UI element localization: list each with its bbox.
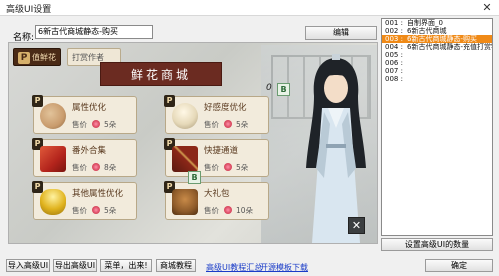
name-input[interactable]: 6新古代商城静态-购买 xyxy=(35,25,153,39)
item-thumb-icon xyxy=(40,189,66,215)
p-badge: P xyxy=(32,95,43,107)
list-item-label: 6新古代商城静态-购买 xyxy=(407,35,477,43)
list-item[interactable]: 006 : xyxy=(382,59,492,67)
item-thumb-icon xyxy=(172,103,198,129)
list-item-num: 007 : xyxy=(385,67,403,75)
shop-item-gift-pack[interactable]: P 大礼包 售价 10朵 xyxy=(164,181,269,220)
item-thumb-icon xyxy=(172,189,198,215)
item-thumb-icon xyxy=(40,103,66,129)
item-name: 好感度优化 xyxy=(204,103,247,113)
item-price: 5朵 xyxy=(236,120,249,129)
export-ui-button[interactable]: 导出高级UI xyxy=(53,259,97,272)
flower-icon xyxy=(92,163,100,171)
ui-list[interactable]: 001 : 自制界面_0 002 : 6新古代商城 003 : 6新古代商城静态-购买… xyxy=(381,18,493,236)
list-item-num: 001 : xyxy=(385,19,403,27)
item-price: 8朵 xyxy=(104,163,117,172)
flower-icon xyxy=(224,163,232,171)
list-item[interactable]: 001 : 自制界面_0 xyxy=(382,19,492,27)
price-label: 售价 xyxy=(204,120,219,129)
item-price: 5朵 xyxy=(236,163,249,172)
list-item[interactable]: 005 : xyxy=(382,51,492,59)
list-item[interactable]: 002 : 6新古代商城 xyxy=(382,27,492,35)
title-bar: 高级UI设置 ✕ xyxy=(0,0,499,16)
set-ui-count-button[interactable]: 设置高级UI的数量 xyxy=(381,238,493,251)
shop-item-extras[interactable]: P 番外合集 售价 8朵 xyxy=(32,138,137,177)
p-badge: P xyxy=(18,52,30,64)
item-thumb-icon xyxy=(172,146,198,172)
list-item-label: 6新古代商城静态-充值打赏锦 xyxy=(407,43,492,51)
shop-item-attr-opt[interactable]: P 属性优化 售价 5朵 xyxy=(32,95,137,134)
list-item-num: 004 : xyxy=(385,43,403,51)
b-badge-icon: B xyxy=(188,171,201,184)
item-name: 番外合集 xyxy=(72,146,107,156)
p-badge: P xyxy=(164,95,175,107)
list-item[interactable]: 008 : xyxy=(382,75,492,83)
character-portrait-icon xyxy=(306,54,366,243)
flower-icon xyxy=(92,206,100,214)
edit-button[interactable]: 编辑 xyxy=(305,26,377,40)
list-item[interactable]: 007 : xyxy=(382,67,492,75)
price-label: 售价 xyxy=(204,206,219,215)
item-name: 快捷通道 xyxy=(204,146,239,156)
flower-icon xyxy=(92,120,100,128)
tab-flower-value[interactable]: P 值鲜花 xyxy=(13,48,61,66)
list-item-label: 自制界面_0 xyxy=(407,19,443,27)
flower-count: 0 xyxy=(266,83,272,93)
ok-button[interactable]: 确定 xyxy=(425,259,493,272)
tab-label: 值鲜花 xyxy=(32,53,56,62)
template-download-link[interactable]: 开源模板下载 xyxy=(260,262,308,273)
close-window-icon[interactable]: ✕ xyxy=(475,0,499,16)
window-title: 高级UI设置 xyxy=(6,5,52,15)
menu-button[interactable]: 菜单，出来! xyxy=(100,259,152,272)
price-label: 售价 xyxy=(204,163,219,172)
item-price: 5朵 xyxy=(104,120,117,129)
list-item-num: 003 : xyxy=(385,35,403,43)
b-badge-icon: B xyxy=(277,83,290,96)
list-item-num: 008 : xyxy=(385,75,403,83)
tutorial-link[interactable]: 高级UI教程汇总 xyxy=(206,262,262,273)
item-price: 5朵 xyxy=(104,206,117,215)
price-label: 售价 xyxy=(72,120,87,129)
flower-icon xyxy=(224,120,232,128)
item-name: 大礼包 xyxy=(204,189,230,199)
close-icon[interactable]: ✕ xyxy=(348,217,365,234)
item-name: 其他属性优化 xyxy=(72,189,124,199)
item-price: 10朵 xyxy=(236,206,254,215)
list-item-num: 005 : xyxy=(385,51,403,59)
flower-icon xyxy=(224,206,232,214)
list-item[interactable]: 004 : 6新古代商城静态-充值打赏锦 xyxy=(382,43,492,51)
price-label: 售价 xyxy=(72,163,87,172)
import-ui-button[interactable]: 导入高级UI xyxy=(6,259,50,272)
mall-tutorial-button[interactable]: 商城教程 xyxy=(156,259,196,272)
price-label: 售价 xyxy=(72,206,87,215)
item-thumb-icon xyxy=(40,146,66,172)
ui-preview: P 值鲜花 打赏作者 鲜花商城 0 B P 属性优化 售价 5朵 P 好感度优化 … xyxy=(8,42,378,244)
shop-title: 鲜花商城 xyxy=(100,62,222,86)
p-badge: P xyxy=(32,181,43,193)
shop-item-affection-opt[interactable]: P 好感度优化 售价 5朵 xyxy=(164,95,269,134)
list-item-num: 006 : xyxy=(385,59,403,67)
shop-item-shortcut[interactable]: P 快捷通道 售价 5朵 xyxy=(164,138,269,177)
list-item-label: 6新古代商城 xyxy=(407,27,447,35)
list-item-selected[interactable]: 003 : 6新古代商城静态-购买 xyxy=(382,35,492,43)
shop-item-other-attr[interactable]: P 其他属性优化 售价 5朵 xyxy=(32,181,137,220)
item-name: 属性优化 xyxy=(72,103,107,113)
list-item-num: 002 : xyxy=(385,27,403,35)
